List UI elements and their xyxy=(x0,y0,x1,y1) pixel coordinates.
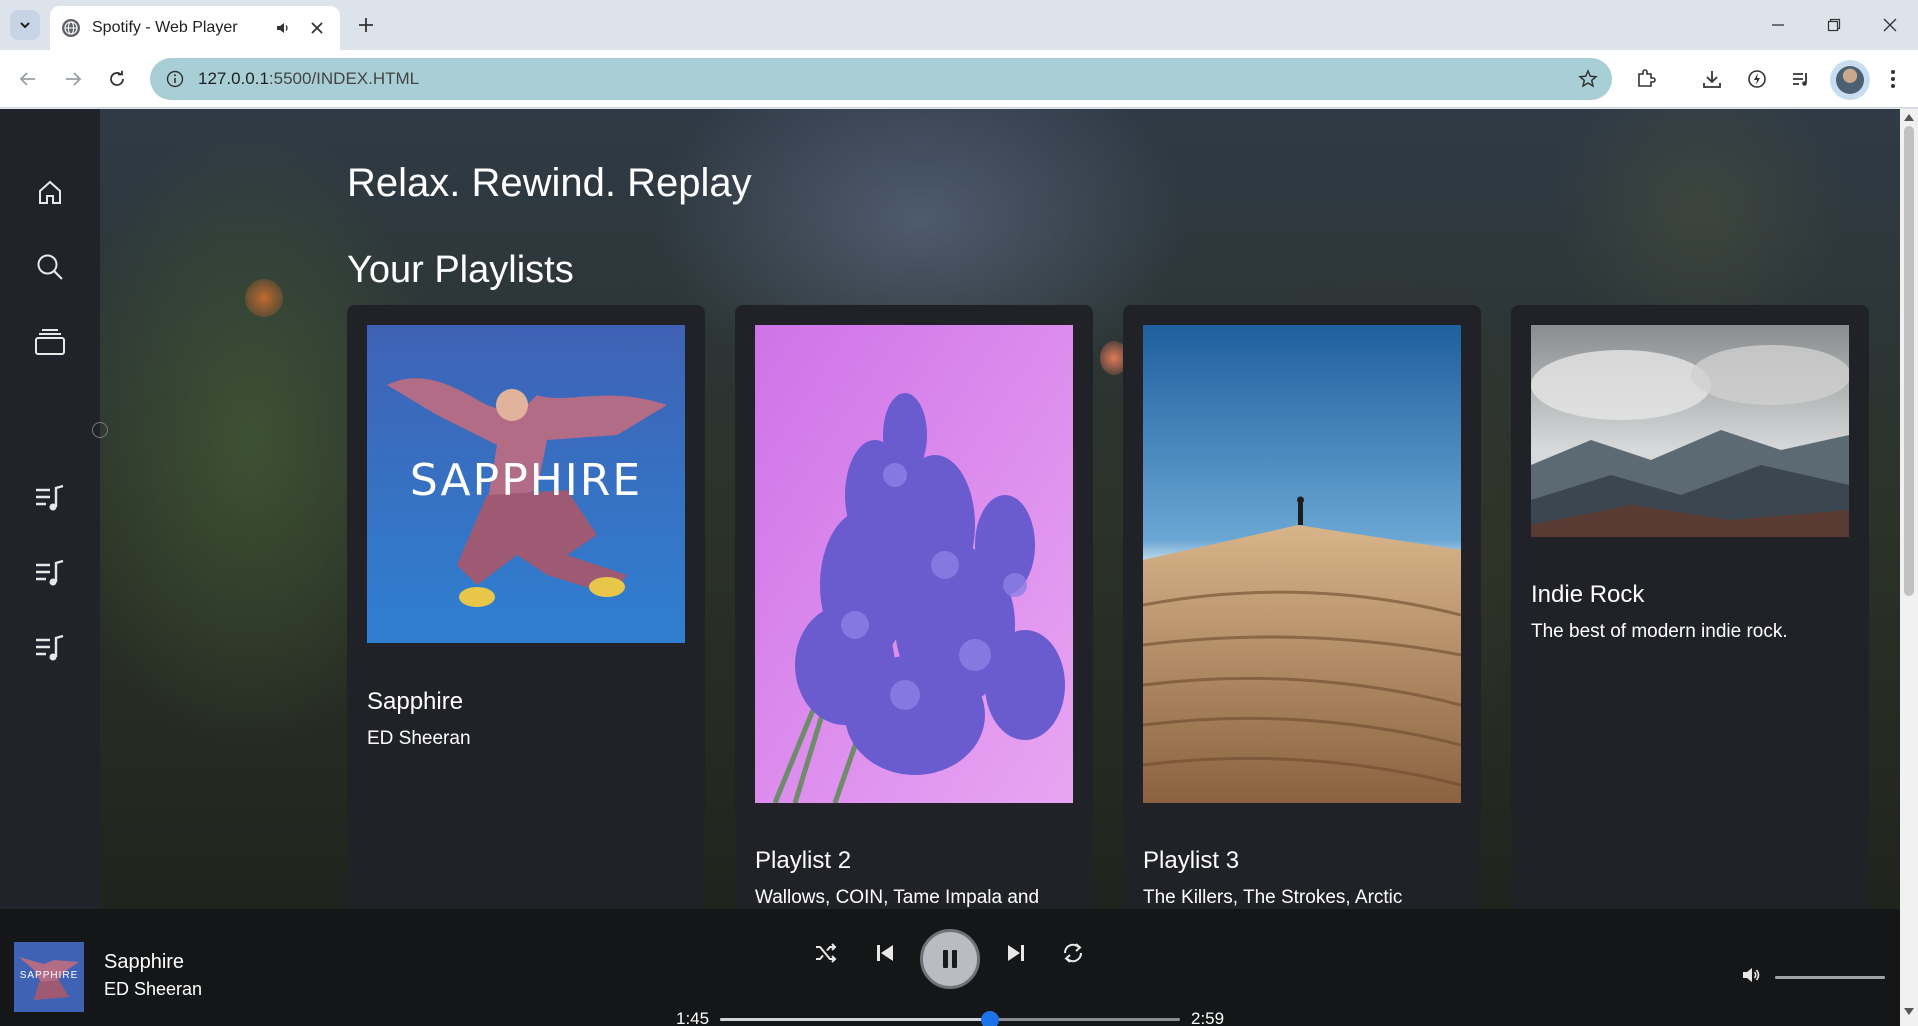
speaker-icon[interactable] xyxy=(272,17,294,39)
shuffle-button[interactable] xyxy=(808,935,844,971)
progress-bar[interactable] xyxy=(720,1011,1180,1026)
previous-button[interactable] xyxy=(867,935,903,971)
arrow-left-icon xyxy=(19,72,35,86)
arrow-right-icon xyxy=(66,72,82,86)
browser-toolbar: 127.0.0.1:5500/INDEX.HTML xyxy=(0,50,1918,108)
pause-icon xyxy=(943,950,957,968)
home-button[interactable] xyxy=(25,167,75,217)
profile-avatar[interactable] xyxy=(1830,60,1870,100)
globe-icon xyxy=(62,19,80,37)
shuffle-icon xyxy=(816,943,837,963)
playlist-subtitle: The Killers, The Strokes, Arctic xyxy=(1143,887,1403,908)
browser-tab[interactable]: Spotify - Web Player xyxy=(50,6,340,50)
search-icon xyxy=(37,254,63,280)
playlist-title: Sapphire xyxy=(367,688,464,715)
total-duration: 2:59 xyxy=(1191,1009,1225,1026)
url-path: :5500/INDEX.HTML xyxy=(268,69,420,88)
forward-button[interactable] xyxy=(57,63,89,95)
page-viewport: Relax. Rewind. Replay Your Playlists SAP… xyxy=(0,109,1900,1026)
playlist-icon xyxy=(36,559,64,586)
sidebar-playlist-2[interactable] xyxy=(25,549,75,599)
background-bokeh xyxy=(245,279,283,317)
library-button[interactable] xyxy=(25,317,75,367)
volume-fill xyxy=(1775,976,1885,979)
scrollbar-thumb[interactable] xyxy=(1904,126,1914,596)
avatar-image xyxy=(1836,66,1864,94)
playlist-subtitle: ED Sheeran xyxy=(367,728,471,749)
new-tab-button[interactable] xyxy=(352,11,380,39)
progress-handle[interactable] xyxy=(981,1011,1000,1026)
extensions-icon[interactable] xyxy=(1630,63,1662,95)
playlist-icon xyxy=(36,484,64,511)
sidebar xyxy=(0,109,108,909)
now-playing-cover[interactable]: SAPPHIRE xyxy=(14,942,84,1012)
url-text[interactable]: 127.0.0.1:5500/INDEX.HTML xyxy=(198,69,1568,89)
playlist-subtitle: Wallows, COIN, Tame Impala and xyxy=(755,887,1040,908)
volume-button[interactable] xyxy=(1741,965,1761,985)
library-icon xyxy=(35,329,65,355)
hero-title: Relax. Rewind. Replay xyxy=(347,161,752,205)
plus-icon xyxy=(359,18,373,32)
close-icon xyxy=(1883,18,1897,32)
next-button[interactable] xyxy=(998,935,1034,971)
close-icon[interactable] xyxy=(306,17,328,39)
kebab-menu-icon[interactable] xyxy=(1877,63,1909,95)
progress-fill xyxy=(720,1018,991,1021)
now-playing-artist: ED Sheeran xyxy=(104,979,203,999)
playlist-subtitle: The best of modern indie rock. xyxy=(1531,621,1788,642)
playlist-cover-mountains xyxy=(1531,325,1849,537)
restore-button[interactable] xyxy=(1814,10,1854,40)
close-window-button[interactable] xyxy=(1870,10,1910,40)
back-button[interactable] xyxy=(12,63,44,95)
previous-icon xyxy=(877,945,893,961)
chevron-down-icon xyxy=(20,22,30,29)
volume-icon xyxy=(1743,968,1760,982)
playlist-title: Indie Rock xyxy=(1531,581,1645,608)
home-icon xyxy=(39,180,61,204)
browser-tabstrip: Spotify - Web Player xyxy=(0,0,1918,50)
playlist-card[interactable]: Indie Rock The best of modern indie rock… xyxy=(1511,305,1869,925)
playlist-title: Playlist 3 xyxy=(1143,847,1240,874)
playlist-cover-lavender xyxy=(755,325,1073,803)
restore-icon xyxy=(1827,18,1841,32)
playlist-title: Playlist 2 xyxy=(755,847,852,874)
playlist-cover-desert xyxy=(1143,325,1461,803)
playlist-card[interactable]: Playlist 2 Wallows, COIN, Tame Impala an… xyxy=(735,305,1093,925)
tab-title: Spotify - Web Player xyxy=(92,19,238,36)
site-info-icon[interactable] xyxy=(164,68,186,90)
scroll-up-arrow[interactable] xyxy=(1903,111,1915,123)
playlist-card[interactable]: Playlist 3 The Killers, The Strokes, Arc… xyxy=(1123,305,1481,925)
player-bar: SAPPHIRE Sapphire ED Sheeran 1:45 2:59 xyxy=(0,909,1900,1026)
repeat-icon xyxy=(1063,943,1083,963)
performance-icon[interactable] xyxy=(1741,63,1773,95)
cover-lettering: SAPPHIRE xyxy=(19,970,79,981)
playlist-card[interactable]: SAPPHIRE Sapphire ED Sheeran xyxy=(347,305,705,925)
volume-slider[interactable] xyxy=(1775,976,1885,979)
playlist-icon xyxy=(36,634,64,661)
cover-lettering: SAPPHIRE xyxy=(409,455,643,506)
address-bar[interactable]: 127.0.0.1:5500/INDEX.HTML xyxy=(150,58,1612,100)
sidebar-collapse-handle[interactable] xyxy=(92,422,108,438)
sidebar-playlist-3[interactable] xyxy=(25,624,75,674)
now-playing-title: Sapphire xyxy=(104,951,185,973)
reload-icon xyxy=(110,70,124,86)
minimize-icon xyxy=(1772,24,1784,26)
next-icon xyxy=(1008,945,1024,961)
download-icon[interactable] xyxy=(1696,63,1728,95)
tab-search-button[interactable] xyxy=(10,10,40,40)
media-control-icon[interactable] xyxy=(1785,63,1817,95)
bookmark-star-icon[interactable] xyxy=(1568,59,1608,99)
playlist-cover-sapphire: SAPPHIRE xyxy=(367,325,685,643)
pause-button[interactable] xyxy=(920,929,980,989)
reload-button[interactable] xyxy=(101,63,133,95)
repeat-button[interactable] xyxy=(1055,935,1091,971)
elapsed-time: 1:45 xyxy=(676,1009,710,1026)
sidebar-playlist-1[interactable] xyxy=(25,474,75,524)
section-title: Your Playlists xyxy=(347,249,574,291)
search-button[interactable] xyxy=(25,242,75,292)
minimize-button[interactable] xyxy=(1758,10,1798,40)
url-host: 127.0.0.1 xyxy=(198,69,269,88)
scroll-down-arrow[interactable] xyxy=(1903,1006,1915,1018)
